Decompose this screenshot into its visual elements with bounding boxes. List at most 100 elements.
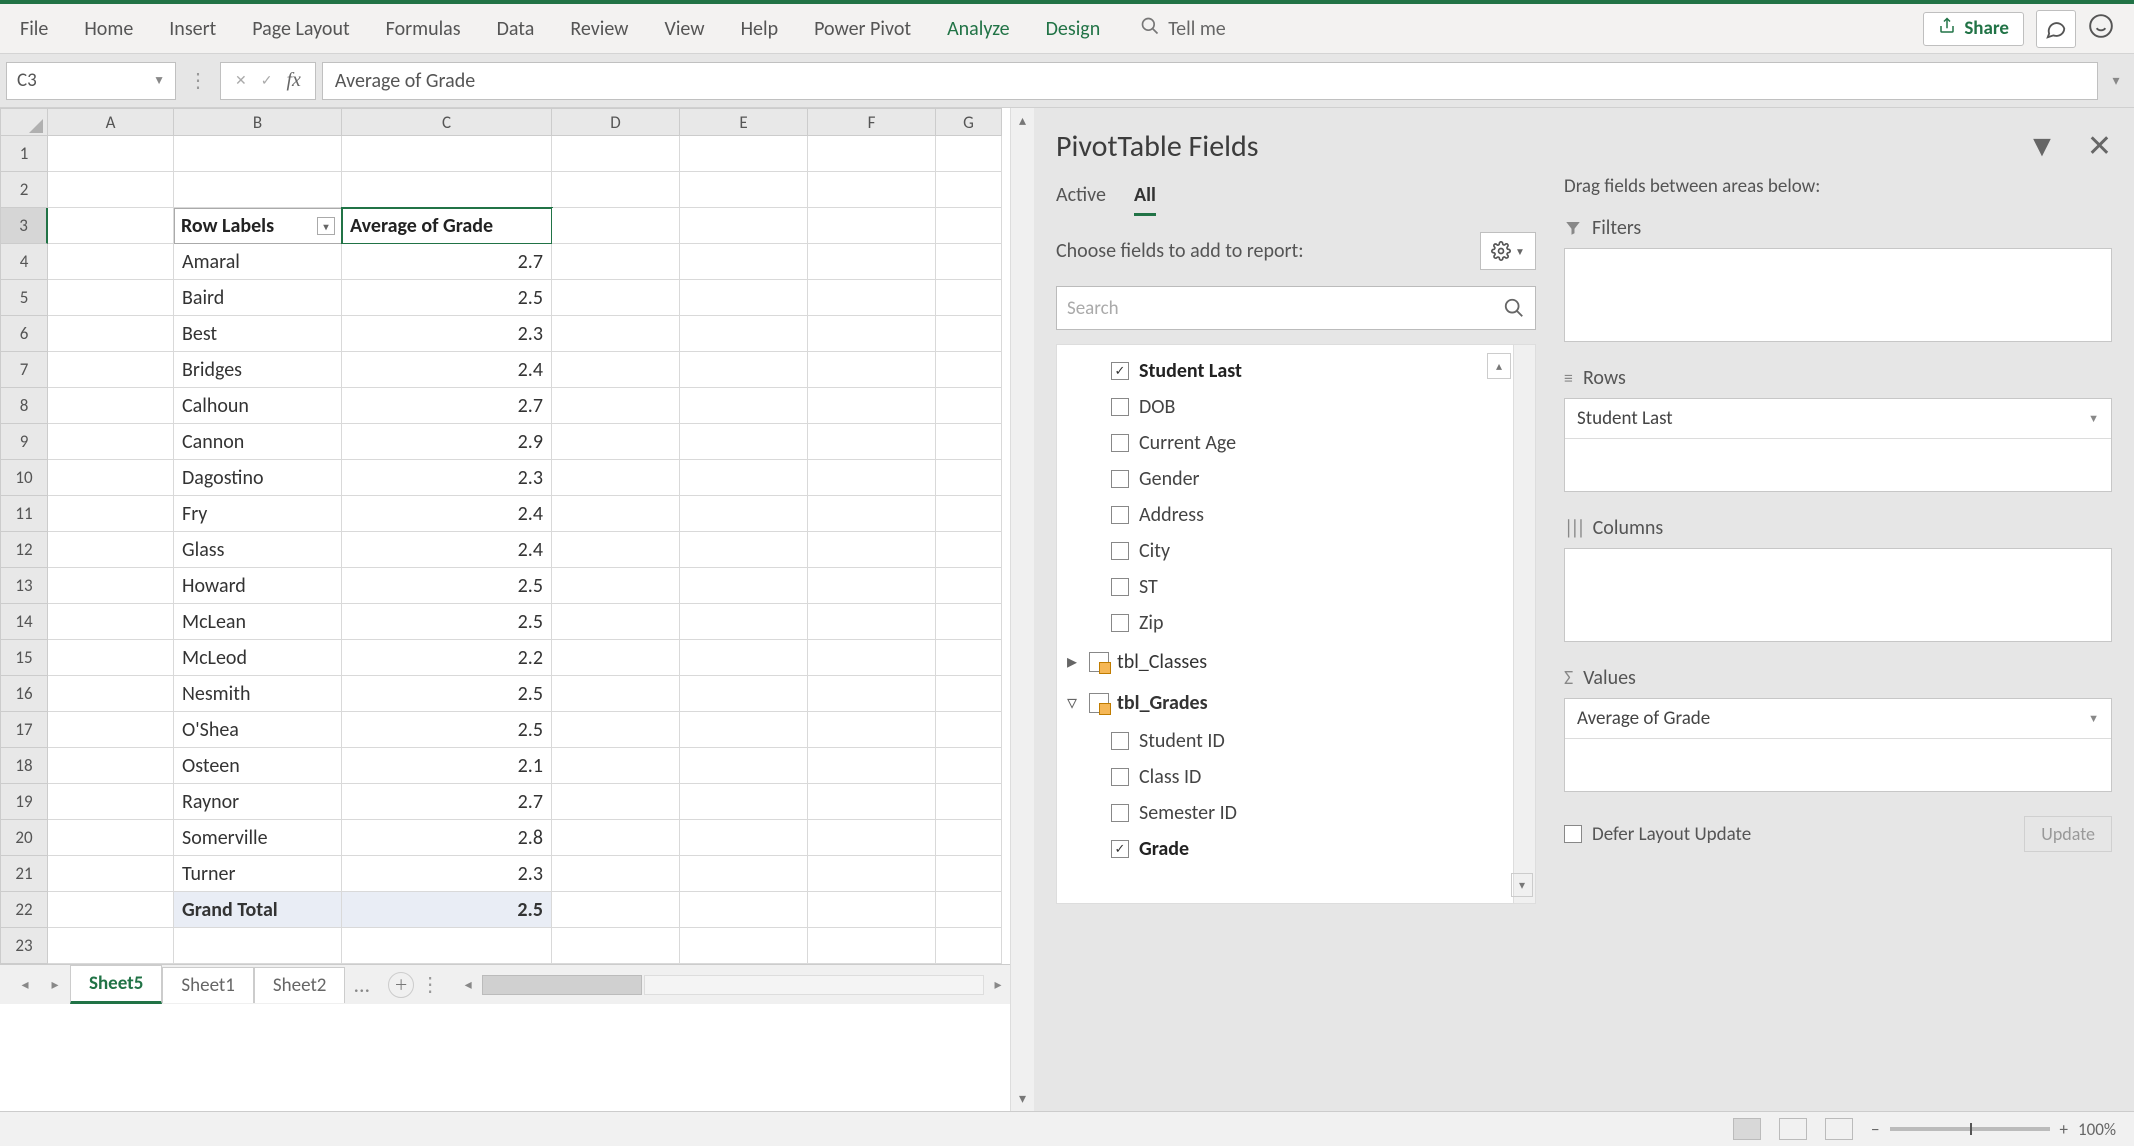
cell[interactable] (48, 496, 174, 532)
cell[interactable]: Grand Total (174, 892, 342, 928)
cell[interactable] (808, 640, 936, 676)
cell[interactable]: Nesmith (174, 676, 342, 712)
tab-review[interactable]: Review (570, 17, 628, 41)
cell[interactable] (808, 748, 936, 784)
cell[interactable]: Fry (174, 496, 342, 532)
cell[interactable]: 2.8 (342, 820, 552, 856)
cell[interactable] (342, 136, 552, 172)
cell[interactable] (680, 460, 808, 496)
field-checkbox[interactable] (1111, 768, 1129, 786)
cell[interactable] (48, 244, 174, 280)
expand-icon[interactable]: ▸ (1067, 649, 1081, 674)
field-item[interactable]: Gender (1063, 461, 1507, 497)
share-button[interactable]: Share (1923, 12, 2024, 46)
cell[interactable] (552, 856, 680, 892)
panel-close-icon[interactable]: ✕ (2087, 128, 2112, 165)
table-tbl-grades[interactable]: ▿ tbl_Grades (1063, 682, 1507, 723)
cell[interactable]: Raynor (174, 784, 342, 820)
cell[interactable] (936, 136, 1002, 172)
row-header[interactable]: 20 (0, 820, 48, 856)
sheet-tab-sheet5[interactable]: Sheet5 (70, 965, 162, 1004)
cell[interactable] (680, 424, 808, 460)
cell[interactable] (936, 856, 1002, 892)
cell[interactable] (808, 280, 936, 316)
cell[interactable] (936, 928, 1002, 964)
cell[interactable] (48, 352, 174, 388)
zoom-value[interactable]: 100% (2078, 1119, 2116, 1140)
chevron-down-icon[interactable]: ▼ (2088, 412, 2099, 425)
cell[interactable] (808, 856, 936, 892)
vscroll-down[interactable]: ▾ (1011, 1090, 1034, 1107)
sheet-tab-sheet2[interactable]: Sheet2 (254, 967, 346, 1003)
cell[interactable] (552, 280, 680, 316)
cell[interactable] (552, 784, 680, 820)
cell[interactable] (552, 928, 680, 964)
row-header[interactable]: 1 (0, 136, 48, 172)
zoom-control[interactable]: − + 100% (1871, 1119, 2116, 1140)
field-list-scroll-up[interactable]: ▴ (1487, 353, 1511, 379)
cell[interactable] (48, 316, 174, 352)
tab-design[interactable]: Design (1046, 17, 1101, 41)
row-header[interactable]: 22 (0, 892, 48, 928)
row-header[interactable]: 17 (0, 712, 48, 748)
col-header-g[interactable]: G (936, 108, 1002, 136)
cell[interactable] (48, 172, 174, 208)
cell[interactable] (552, 424, 680, 460)
rows-dropzone[interactable]: Student Last ▼ (1564, 398, 2112, 492)
cell[interactable] (936, 496, 1002, 532)
field-item[interactable]: Student Last (1063, 353, 1487, 389)
name-box[interactable]: C3 ▼ (6, 62, 176, 100)
field-checkbox[interactable] (1111, 840, 1129, 858)
cell[interactable]: Osteen (174, 748, 342, 784)
cell[interactable] (48, 784, 174, 820)
tab-nav-prev[interactable]: ◂ (10, 976, 40, 993)
cell[interactable]: Amaral (174, 244, 342, 280)
cell[interactable] (808, 568, 936, 604)
cell[interactable] (174, 928, 342, 964)
cell[interactable] (808, 460, 936, 496)
cell[interactable] (552, 892, 680, 928)
cell[interactable] (808, 604, 936, 640)
field-item[interactable]: Address (1063, 497, 1507, 533)
cell[interactable] (48, 892, 174, 928)
cell[interactable] (680, 928, 808, 964)
cell[interactable] (552, 172, 680, 208)
rows-item-student-last[interactable]: Student Last ▼ (1565, 399, 2111, 439)
columns-dropzone[interactable] (1564, 548, 2112, 642)
cell[interactable] (552, 676, 680, 712)
cell[interactable] (936, 712, 1002, 748)
cell[interactable]: 2.3 (342, 460, 552, 496)
cell[interactable] (936, 568, 1002, 604)
cell[interactable] (680, 604, 808, 640)
cell[interactable] (552, 532, 680, 568)
cell[interactable]: Somerville (174, 820, 342, 856)
row-header[interactable]: 8 (0, 388, 48, 424)
tab-data[interactable]: Data (497, 17, 535, 41)
tab-resize[interactable]: ⋮ (414, 972, 446, 997)
view-normal-button[interactable] (1733, 1118, 1761, 1140)
cell[interactable] (48, 604, 174, 640)
cell[interactable] (680, 892, 808, 928)
cell[interactable] (936, 604, 1002, 640)
chevron-down-icon[interactable]: ▼ (2088, 712, 2099, 725)
cell[interactable] (680, 208, 808, 244)
cell[interactable] (48, 280, 174, 316)
tell-me[interactable]: Tell me (1140, 16, 1226, 42)
panel-gear-button[interactable]: ▼ (1480, 232, 1536, 270)
cell[interactable]: Howard (174, 568, 342, 604)
cell[interactable] (936, 532, 1002, 568)
cell[interactable]: Glass (174, 532, 342, 568)
row-header[interactable]: 18 (0, 748, 48, 784)
cell[interactable] (936, 676, 1002, 712)
cell[interactable] (48, 676, 174, 712)
cell[interactable] (936, 424, 1002, 460)
cell[interactable] (48, 424, 174, 460)
tab-insert[interactable]: Insert (169, 17, 216, 41)
col-header-c[interactable]: C (342, 108, 552, 136)
cell[interactable]: Baird (174, 280, 342, 316)
cell[interactable] (936, 892, 1002, 928)
filter-chevron-icon[interactable]: ▾ (317, 217, 335, 235)
cell[interactable] (342, 172, 552, 208)
values-dropzone[interactable]: Average of Grade ▼ (1564, 698, 2112, 792)
cell[interactable] (808, 892, 936, 928)
